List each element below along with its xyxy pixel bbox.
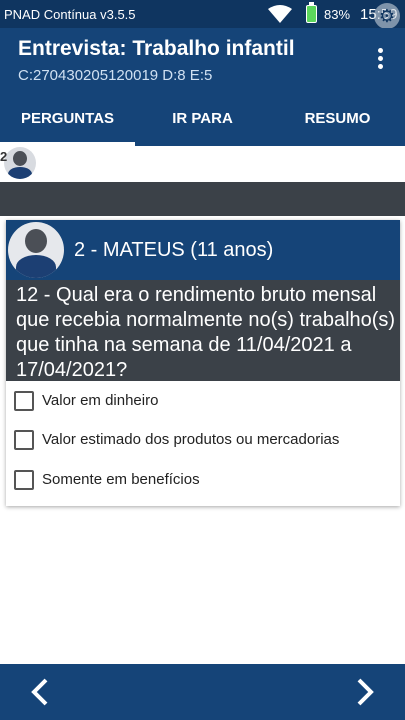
person-header: 2 - MATEUS (11 anos) — [6, 220, 400, 280]
checkbox[interactable] — [14, 430, 34, 450]
option-valor-dinheiro[interactable]: Valor em dinheiro — [6, 382, 400, 420]
person-name: 2 - MATEUS (11 anos) — [74, 239, 274, 261]
more-vert-icon[interactable] — [370, 48, 390, 74]
chevron-right-icon[interactable] — [343, 674, 383, 710]
option-label: Valor em dinheiro — [42, 392, 159, 409]
battery-percent: 83% — [324, 7, 351, 22]
interview-code: C:270430205120019 D:8 E:5 — [18, 67, 213, 84]
tab-ir-para[interactable]: IR PARA — [135, 92, 270, 146]
avatar[interactable] — [4, 147, 36, 179]
status-app-name: PNAD Contínua v3.5.5 — [4, 7, 136, 22]
option-label: Valor estimado dos produtos ou mercadori… — [42, 431, 340, 448]
tab-perguntas[interactable]: PERGUNTAS — [0, 92, 135, 146]
question-text: 12 - Qual era o rendimento bruto mensal … — [16, 284, 396, 381]
wifi-icon — [268, 5, 292, 26]
battery-icon — [306, 2, 317, 23]
chevron-left-icon[interactable] — [22, 674, 62, 710]
person-number: 2 — [0, 149, 8, 164]
question-card: 2 - MATEUS (11 anos) 12 - Qual era o ren… — [6, 220, 400, 506]
gear-icon[interactable]: ⚙ — [374, 3, 400, 29]
page-title: Entrevista: Trabalho infantil — [18, 37, 295, 60]
avatar — [8, 222, 64, 278]
divider-band — [0, 182, 405, 216]
option-label: Somente em benefícios — [42, 471, 200, 488]
bottom-nav — [0, 664, 405, 720]
tab-resumo[interactable]: RESUMO — [270, 92, 405, 146]
tab-bar: PERGUNTAS IR PARA RESUMO — [0, 92, 405, 146]
status-bar: PNAD Contínua v3.5.5 83% 15:59 ⚙ — [0, 0, 405, 29]
checkbox[interactable] — [14, 470, 34, 490]
option-somente-beneficios[interactable]: Somente em benefícios — [6, 461, 400, 499]
app-bar: Entrevista: Trabalho infantil C:27043020… — [0, 28, 405, 92]
checkbox[interactable] — [14, 391, 34, 411]
person-strip: 2 — [0, 146, 405, 182]
option-valor-estimado[interactable]: Valor estimado dos produtos ou mercadori… — [6, 421, 400, 459]
question-box: 12 - Qual era o rendimento bruto mensal … — [6, 280, 400, 381]
